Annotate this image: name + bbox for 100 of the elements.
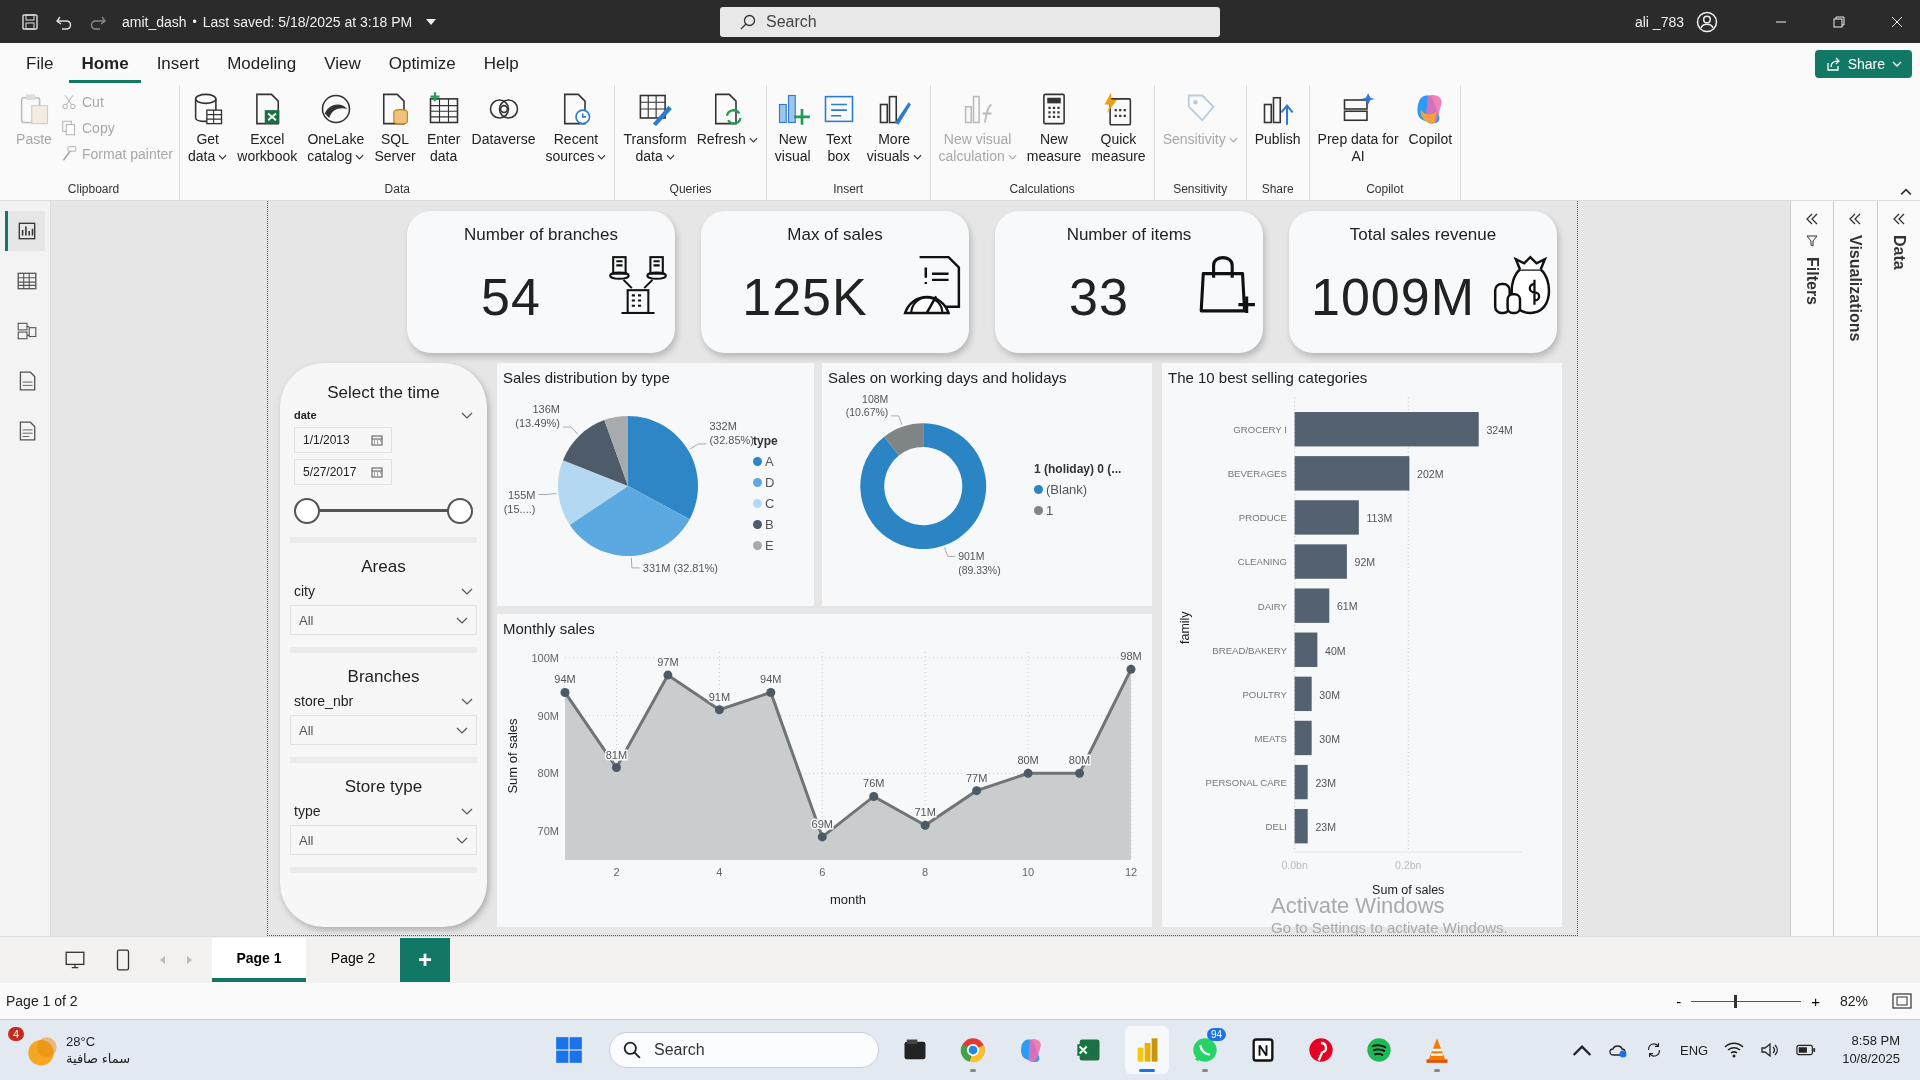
kpi-value: 1009M [1311, 267, 1475, 327]
add-page-button[interactable]: + [400, 938, 450, 982]
data-label: 76M [863, 777, 885, 790]
category-label: MEATS [1254, 732, 1287, 744]
search-field[interactable]: Search [720, 6, 1220, 37]
dropdown-field[interactable]: All [290, 825, 477, 855]
data-point [663, 670, 673, 680]
menu-tab[interactable]: Insert [144, 45, 212, 83]
zoom-out-button[interactable]: - [1674, 992, 1684, 1010]
ribbon-button[interactable]: OneLake catalog [303, 89, 369, 182]
chevron-icon [456, 836, 468, 844]
chevron-icon [456, 726, 468, 734]
menu-tab[interactable]: Optimize [376, 45, 468, 83]
expand-icon[interactable] [1891, 213, 1906, 225]
menu-tab[interactable]: View [312, 45, 373, 83]
brush-icon [60, 145, 78, 163]
ribbon-button[interactable]: More visuals [862, 89, 926, 182]
zoom-value: 82% [1840, 993, 1870, 1009]
page-tab[interactable]: Page 1 [212, 938, 306, 982]
avatar-icon[interactable] [1696, 10, 1718, 33]
chevron-icon[interactable] [461, 697, 473, 705]
ribbon-button[interactable]: Transform data [619, 89, 691, 182]
data-label: 97M [657, 656, 679, 669]
kpi-value: 125K [742, 267, 868, 327]
data-point [1075, 768, 1085, 778]
fit-page-icon[interactable] [1892, 993, 1912, 1009]
clock-date[interactable]: 10/8/2025 [1842, 1050, 1900, 1068]
ribbon-button[interactable]: Copilot [1404, 89, 1457, 182]
category-label: GROCERY I [1233, 424, 1287, 436]
caret-icon [1892, 61, 1902, 67]
weather-condition: سماء صافية [66, 1050, 131, 1067]
slider-handle[interactable] [447, 498, 473, 524]
menu-tab[interactable]: File [14, 45, 66, 83]
ribbon-button[interactable]: Publish [1250, 89, 1305, 182]
save-icon[interactable] [20, 11, 40, 32]
user-name: ali _783 [1634, 13, 1684, 30]
copy-icon [60, 119, 78, 137]
zoom-slider[interactable] [1691, 994, 1802, 1008]
ribbon-button[interactable]: Excel workbook [233, 89, 302, 182]
data-label: 155M (15....) [503, 488, 536, 515]
wifi-icon[interactable] [1724, 1042, 1745, 1058]
ribbon-button[interactable]: New measure [1022, 89, 1086, 182]
axis-title: Sum of sales [505, 718, 520, 794]
axis-tick-label: 12 [1124, 866, 1138, 878]
menu-tab[interactable]: Modeling [215, 45, 309, 83]
slider-handle[interactable] [294, 498, 320, 524]
leader-line [537, 493, 557, 496]
date-field[interactable]: 1/1/2013 [294, 427, 392, 453]
expand-icon[interactable] [1848, 213, 1863, 225]
ribbon-button[interactable]: Text box [816, 89, 861, 182]
legend-label: E [765, 538, 774, 553]
clock-time[interactable]: 8:58 PM [1851, 1032, 1900, 1050]
category-label: BREAD/BAKERY [1212, 644, 1287, 656]
expand-icon[interactable] [1805, 213, 1820, 225]
cloud-icon[interactable] [1608, 1042, 1628, 1058]
field-label: city [294, 583, 315, 599]
chevron-icon[interactable] [461, 411, 473, 419]
taskbar-search-field[interactable]: Search [609, 1032, 879, 1068]
axis-tick-label: 0.2bn [1395, 859, 1422, 872]
start-icon[interactable] [555, 1036, 583, 1064]
field-label: date [294, 409, 317, 421]
axis-tick-label: 80M [537, 767, 559, 780]
share-icon [1824, 56, 1841, 72]
menu-tab[interactable]: Home [69, 45, 141, 83]
chevron-icon[interactable] [461, 587, 473, 595]
speaker-icon[interactable] [1760, 1042, 1781, 1058]
share-button[interactable]: Share [1814, 50, 1912, 78]
collapse-icon[interactable] [1900, 188, 1912, 196]
view-button[interactable] [5, 211, 45, 251]
date-field[interactable]: 5/27/2017 [294, 459, 392, 485]
slider-handle[interactable] [1734, 995, 1738, 1008]
kpi-title: Number of items [1066, 225, 1192, 245]
battery-icon[interactable] [1796, 1042, 1817, 1058]
monitor-icon[interactable] [64, 949, 86, 971]
temperature-text: 28°C [66, 1033, 97, 1050]
ribbon-button[interactable]: Enter data [421, 89, 466, 182]
chevron-icon[interactable] [461, 807, 473, 815]
dropdown-field[interactable]: All [290, 715, 477, 745]
category-label: POULTRY [1242, 688, 1287, 700]
ribbon-button[interactable]: Quick measure [1087, 89, 1150, 182]
ribbon-button[interactable]: Prep data for AI [1313, 89, 1403, 182]
menu-tab[interactable]: Help [471, 45, 531, 83]
ribbon-button[interactable]: New visual [770, 89, 815, 182]
taskbar-app[interactable]: 94 [1183, 1026, 1227, 1074]
notification-badge: 4 [8, 1027, 25, 1041]
zoom-in-button[interactable]: + [1809, 992, 1822, 1010]
ribbon-button[interactable]: Refresh [692, 89, 762, 182]
group-label: Calculations [1009, 182, 1075, 198]
caret-icon[interactable] [426, 18, 437, 25]
field-label: store_nbr [294, 693, 354, 709]
ribbon-button[interactable]: Dataverse [467, 89, 540, 182]
ribbon-button[interactable]: SQL Server [370, 89, 420, 182]
data-point [611, 763, 621, 773]
table-icon [15, 270, 38, 292]
data-label: 324M [1486, 424, 1513, 437]
leader-line [562, 426, 579, 435]
dropdown-field[interactable]: All [290, 605, 477, 635]
ribbon-button[interactable]: Recent sources [541, 89, 611, 182]
ribbon-button[interactable]: Get data [184, 89, 232, 182]
language-indicator[interactable]: ENG [1680, 1042, 1709, 1058]
